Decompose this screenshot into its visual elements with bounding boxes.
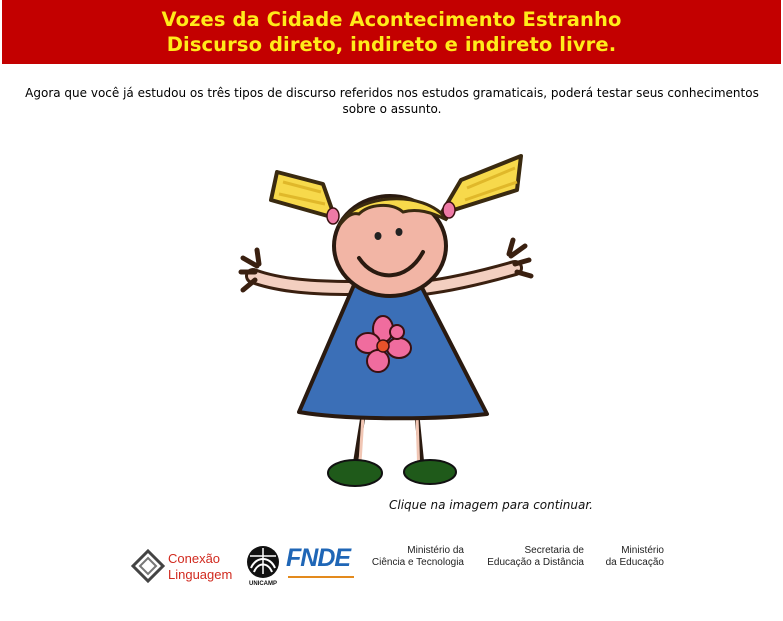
secretaria-line1: Secretaria de xyxy=(524,545,584,556)
fnde-text: FNDE xyxy=(286,544,351,572)
conexao-line1: Conexão xyxy=(168,551,221,566)
ministerio-educacao: Ministério da Educação xyxy=(600,545,664,569)
intro-text: Agora que você já estudou os três tipos … xyxy=(25,86,759,116)
ministerio-ct-line2: Ciência e Tecnologia xyxy=(371,557,464,568)
unicamp-emblem-icon xyxy=(247,546,279,578)
continue-caption: Clique na imagem para continuar. xyxy=(389,498,593,512)
fnde-underline xyxy=(288,576,354,578)
page-title-line1: Vozes da Cidade Acontecimento Estranho xyxy=(161,8,622,31)
secretaria-educacao-distancia: Secretaria de Educação a Distância xyxy=(482,545,584,569)
fnde-logo: FNDE xyxy=(286,544,358,584)
footer-logos: Conexão Linguagem UNICAMP FNDE Ministéri… xyxy=(0,540,783,590)
conexao-line2: Linguagem xyxy=(168,567,233,582)
ministerio-ed-line2: da Educação xyxy=(605,557,664,568)
conexao-diamond-icon xyxy=(130,548,166,584)
conexao-text: Conexão Linguagem xyxy=(168,551,232,583)
page-title-line2: Discurso direto, indireto e indireto liv… xyxy=(166,33,617,56)
girl-drawing-icon xyxy=(238,154,534,487)
ministerio-ed-line1: Ministério xyxy=(621,545,664,556)
secretaria-line2: Educação a Distância xyxy=(487,557,584,568)
conexao-linguagem-logo: Conexão Linguagem xyxy=(130,544,240,588)
continue-girl-image[interactable] xyxy=(235,148,535,500)
unicamp-logo: UNICAMP xyxy=(242,544,284,594)
page-header: Vozes da Cidade Acontecimento Estranho D… xyxy=(2,0,781,64)
ministerio-ct-line1: Ministério da xyxy=(407,545,464,556)
unicamp-text: UNICAMP xyxy=(249,581,277,587)
ministerio-ciencia-tecnologia: Ministério da Ciência e Tecnologia xyxy=(366,545,464,569)
